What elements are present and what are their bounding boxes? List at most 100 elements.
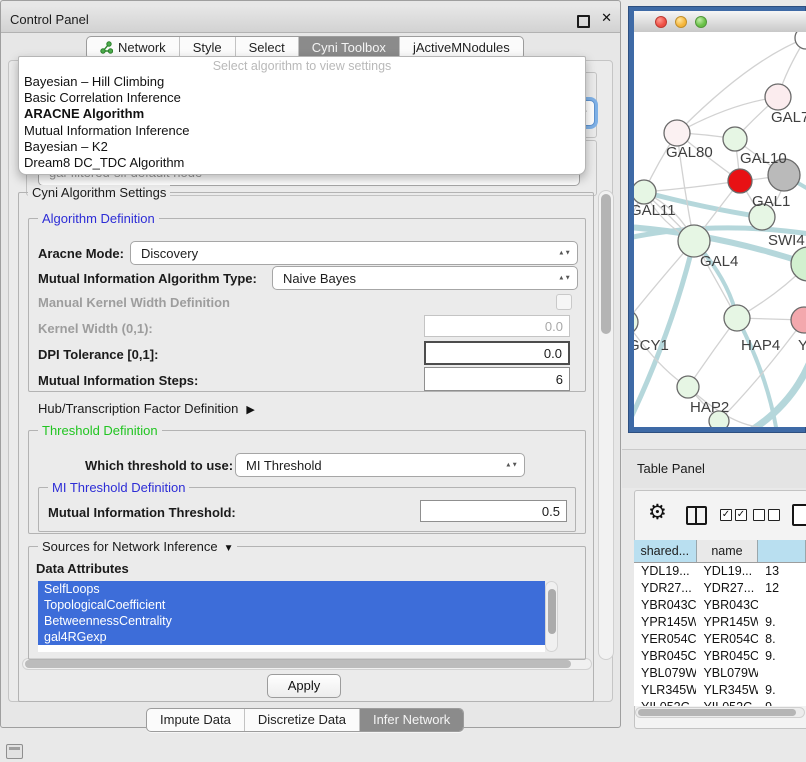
dpi-tolerance-field[interactable] <box>424 341 570 365</box>
gear-icon[interactable]: ⚙ <box>648 502 667 524</box>
node-label: GAL10 <box>740 150 787 167</box>
node-table: shared...name YDL19...YDL19...13YDR27...… <box>634 540 806 706</box>
table-cell: 9. <box>758 682 806 699</box>
table-row[interactable]: YBR043CYBR043C <box>634 597 806 614</box>
node-label: GAL1 <box>752 193 790 210</box>
table-row[interactable]: YBL079WYBL079W <box>634 665 806 682</box>
tab-infer-network[interactable]: Infer Network <box>360 709 463 731</box>
network-edge[interactable] <box>634 322 688 387</box>
table-row[interactable]: YDR27...YDR27...12 <box>634 580 806 597</box>
table-cell: YER054C <box>696 631 758 648</box>
close-icon[interactable]: ✕ <box>601 10 612 26</box>
network-node-gal7[interactable] <box>765 84 791 110</box>
mi-threshold-field[interactable] <box>420 500 567 522</box>
mi-steps-field[interactable] <box>424 367 570 391</box>
settings-vertical-scrollbar[interactable] <box>598 190 614 660</box>
algorithm-option[interactable]: Dream8 DC_TDC Algorithm <box>19 155 585 171</box>
network-node-gal80[interactable] <box>664 120 690 146</box>
attribute-list-item[interactable]: SelfLoops <box>38 581 545 597</box>
attribute-list-item[interactable]: TopologicalCoefficient <box>38 597 545 613</box>
table-cell: YIL052C <box>696 699 758 706</box>
minimize-window-icon[interactable] <box>675 16 687 28</box>
table-panel-title: Table Panel <box>637 461 705 476</box>
attribute-list-item[interactable]: BetweennessCentrality <box>38 613 545 629</box>
network-graph: GAL7GAL80GAL10GAL11GAL1SWI4GAL4GCY1HAP4Y… <box>634 32 806 427</box>
tab-label: Network <box>118 40 166 55</box>
network-node[interactable] <box>728 169 752 193</box>
algorithm-dropdown-list: Bayesian – Hill ClimbingBasic Correlatio… <box>19 74 585 171</box>
control-panel-titlebar: Control Panel ✕ <box>1 7 620 33</box>
expanded-arrow-icon: ▼ <box>224 543 234 554</box>
deselect-all-icon[interactable] <box>753 509 765 521</box>
network-node-y[interactable] <box>791 307 806 333</box>
table-row[interactable]: YIL052CYIL052C9 <box>634 699 806 706</box>
table-rows: YDL19...YDL19...13YDR27...YDR27...12YBR0… <box>634 563 806 706</box>
column-header[interactable] <box>758 540 806 562</box>
table-horizontal-scrollbar[interactable] <box>635 707 805 718</box>
network-node-swi4[interactable] <box>791 247 806 281</box>
select-all-icon[interactable]: ✓ <box>720 509 732 521</box>
algorithm-option[interactable]: ARACNE Algorithm <box>19 106 585 122</box>
mi-type-label: Mutual Information Algorithm Type: <box>38 271 257 286</box>
docked-window-icon[interactable] <box>6 744 23 759</box>
tab-discretize-data[interactable]: Discretize Data <box>245 709 360 731</box>
network-node-gal11[interactable] <box>634 180 656 204</box>
network-node-hap2[interactable] <box>677 376 699 398</box>
network-edge[interactable] <box>644 181 740 192</box>
mi-threshold-definition-title: MI Threshold Definition <box>48 480 189 495</box>
combo-spinner-icon: ▲▼ <box>505 462 518 468</box>
kernel-width-field[interactable] <box>424 315 570 337</box>
algorithm-option[interactable]: Bayesian – Hill Climbing <box>19 74 585 90</box>
float-panel-icon[interactable] <box>577 15 590 28</box>
algorithm-option[interactable]: Mutual Information Inference <box>19 123 585 139</box>
table-row[interactable]: YDL19...YDL19...13 <box>634 563 806 580</box>
deselect-all-icon-2[interactable] <box>768 509 780 521</box>
table-row[interactable]: YER054CYER054C8. <box>634 631 806 648</box>
table-cell: 9. <box>758 614 806 631</box>
network-window-titlebar[interactable] <box>634 11 806 33</box>
apply-button[interactable]: Apply <box>267 674 341 698</box>
network-tab-icon <box>100 41 113 54</box>
mi-threshold-label: Mutual Information Threshold: <box>48 505 236 520</box>
network-node-gcy1[interactable] <box>634 310 638 334</box>
column-header-shared[interactable]: shared... <box>634 540 697 562</box>
select-all-icon-2[interactable]: ✓ <box>735 509 747 521</box>
table-row[interactable]: YBR045CYBR045C9. <box>634 648 806 665</box>
split-columns-icon[interactable] <box>686 506 707 525</box>
column-header-name[interactable]: name <box>697 540 759 562</box>
node-label: HAP2 <box>690 399 729 416</box>
aracne-mode-value: Discovery <box>141 246 198 261</box>
aracne-mode-combo[interactable]: Discovery ▲▼ <box>130 241 578 265</box>
scrollbar-thumb[interactable] <box>638 709 796 716</box>
sources-group-title[interactable]: Sources for Network Inference▼ <box>38 539 237 554</box>
algorithm-option[interactable]: Bayesian – K2 <box>19 139 585 155</box>
new-column-icon[interactable] <box>792 504 806 526</box>
attribute-list-item[interactable]: gal4RGexp <box>38 629 545 645</box>
table-row[interactable]: YPR145WYPR145W9. <box>634 614 806 631</box>
network-node-gal10[interactable] <box>723 127 747 151</box>
network-canvas[interactable]: GAL7GAL80GAL10GAL11GAL1SWI4GAL4GCY1HAP4Y… <box>634 32 806 427</box>
table-cell: 13 <box>758 563 806 580</box>
close-window-icon[interactable] <box>655 16 667 28</box>
tab-impute-data[interactable]: Impute Data <box>147 709 245 731</box>
which-threshold-combo[interactable]: MI Threshold ▲▼ <box>235 453 525 477</box>
algorithm-option[interactable]: Basic Correlation Inference <box>19 90 585 106</box>
network-edge[interactable] <box>677 97 778 133</box>
zoom-window-icon[interactable] <box>695 16 707 28</box>
manual-kernel-checkbox[interactable] <box>556 294 572 310</box>
attributes-scrollbar[interactable] <box>545 581 558 652</box>
control-panel-title: Control Panel <box>10 12 89 27</box>
table-panel-titlebar: Table Panel <box>622 449 806 488</box>
network-edge[interactable] <box>737 318 776 427</box>
network-node-hap4[interactable] <box>724 305 750 331</box>
network-node[interactable] <box>795 32 806 49</box>
mi-type-combo[interactable]: Naive Bayes ▲▼ <box>272 266 578 290</box>
hub-definition-toggle[interactable]: Hub/Transcription Factor Definition▶ <box>38 401 255 416</box>
table-row[interactable]: YLR345WYLR345W9. <box>634 682 806 699</box>
data-attributes-label: Data Attributes <box>36 561 129 576</box>
scrollbar-thumb[interactable] <box>601 194 611 334</box>
which-threshold-label: Which threshold to use: <box>85 458 233 473</box>
combo-spinner-icon: ▲▼ <box>558 250 571 256</box>
scrollbar-thumb[interactable] <box>548 589 556 634</box>
algorithm-definition-title: Algorithm Definition <box>38 211 159 226</box>
